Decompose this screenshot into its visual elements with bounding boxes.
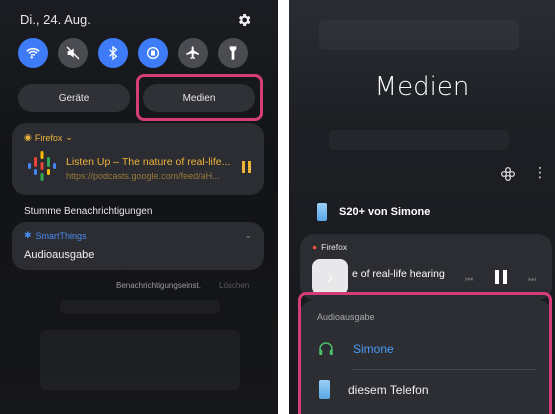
mute-icon bbox=[66, 46, 80, 60]
ghost-bg bbox=[60, 300, 220, 314]
firefox-source: ◉ Firefox ⌄ bbox=[24, 132, 73, 143]
firefox-icon: ● bbox=[312, 242, 318, 252]
device-name: S20+ von Simone bbox=[339, 206, 431, 218]
airplane-icon bbox=[186, 46, 199, 59]
wifi-icon bbox=[26, 47, 40, 59]
chevron-down-icon[interactable]: ⌄ bbox=[65, 132, 73, 143]
media-panel-screen: Medien ⋮ S20+ von Simone ● Firefox ♪ e o… bbox=[289, 0, 555, 414]
pause-icon[interactable] bbox=[495, 270, 507, 284]
smartthings-source: ✱ SmartThings bbox=[24, 230, 87, 241]
device-row[interactable]: S20+ von Simone bbox=[317, 203, 430, 221]
bluetooth-toggle[interactable] bbox=[98, 38, 128, 68]
page-title: Medien bbox=[374, 72, 470, 102]
firefox-source: ● Firefox bbox=[312, 242, 348, 252]
bluetooth-icon bbox=[109, 45, 118, 61]
audio-output-title: Audioausgabe bbox=[24, 249, 95, 261]
status-date: Di., 24. Aug. bbox=[20, 12, 91, 27]
ghost-bg bbox=[40, 330, 240, 390]
sound-toggle[interactable] bbox=[58, 38, 88, 68]
media-notification-card[interactable]: ◉ Firefox ⌄ Listen Up – The nature of re… bbox=[12, 123, 264, 195]
notification-settings-link[interactable]: Benachrichtigungseinst. bbox=[116, 281, 201, 290]
audio-output-highlight-box bbox=[298, 292, 552, 414]
phone-icon bbox=[317, 203, 327, 221]
ghost-bg bbox=[319, 20, 519, 50]
auto-rotate-icon bbox=[147, 47, 159, 59]
media-player-card[interactable]: ● Firefox ♪ e of real-life hearing ⏮ ⏭ bbox=[300, 234, 552, 300]
devices-button[interactable]: Geräte bbox=[18, 84, 130, 112]
auto-rotate-toggle[interactable] bbox=[138, 38, 168, 68]
album-art: ♪ bbox=[312, 259, 348, 295]
flashlight-toggle[interactable] bbox=[218, 38, 248, 68]
flashlight-icon bbox=[229, 46, 237, 60]
track-title: e of real-life hearing bbox=[352, 268, 445, 280]
airplane-toggle[interactable] bbox=[178, 38, 208, 68]
chevron-down-icon[interactable]: ⌄ bbox=[244, 230, 252, 241]
track-url: https://podcasts.google.com/feed/aH... bbox=[66, 171, 220, 181]
quick-settings-row bbox=[18, 38, 248, 68]
smartthings-card[interactable]: ✱ SmartThings ⌄ Audioausgabe bbox=[12, 222, 264, 270]
google-podcasts-icon bbox=[28, 151, 56, 181]
previous-icon[interactable]: ⏮ bbox=[465, 274, 473, 285]
more-options-icon[interactable]: ⋮ bbox=[533, 164, 547, 181]
next-icon[interactable]: ⏭ bbox=[528, 274, 536, 285]
silent-notifications-label: Stumme Benachrichtigungen bbox=[24, 206, 153, 217]
track-title: Listen Up – The nature of real-life... bbox=[66, 156, 231, 168]
firefox-icon: ◉ bbox=[24, 132, 32, 142]
ghost-bg bbox=[329, 130, 509, 150]
media-highlight-box bbox=[136, 74, 263, 121]
smartthings-icon: ✱ bbox=[24, 230, 32, 240]
wifi-toggle[interactable] bbox=[18, 38, 48, 68]
gear-icon[interactable] bbox=[236, 12, 252, 28]
clear-button[interactable]: Löschen bbox=[219, 281, 249, 290]
quick-panel-screen: Di., 24. Aug. Geräte Medien ◉ Firefox ⌄ bbox=[0, 0, 278, 414]
pause-icon[interactable] bbox=[242, 161, 252, 173]
smartthings-devices-icon[interactable] bbox=[500, 166, 516, 182]
